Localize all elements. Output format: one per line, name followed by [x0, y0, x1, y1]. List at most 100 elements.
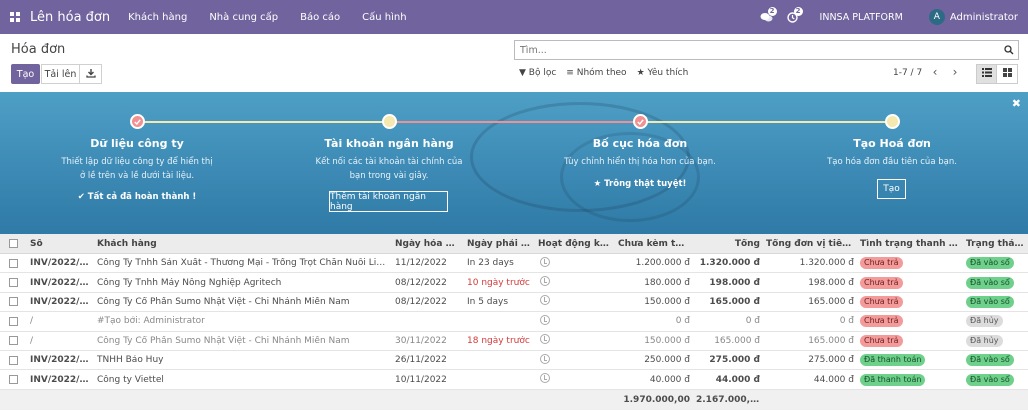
table-row[interactable]: INV/2022/000...TNHH Bảo Huy 26/11/2022 250… — [0, 351, 1028, 371]
cell-total: 0 đ — [745, 316, 760, 327]
cell-total: 1.320.000 đ — [699, 258, 760, 269]
onboarding-banner: ✖ Dữ liệu công ty Thiết lập dữ liệu công… — [0, 92, 1028, 234]
kanban-view-button[interactable] — [997, 64, 1018, 84]
step-create-invoice-title[interactable]: Tạo Hoá đơn — [767, 137, 1017, 150]
activity-clock-icon[interactable] — [540, 276, 550, 287]
user-menu[interactable]: Administrator — [950, 12, 1018, 23]
filter-icon: ▼ — [519, 68, 526, 78]
pager-previous-icon[interactable]: ‹ — [928, 65, 942, 79]
cell-invoice-date: 10/11/2022 — [395, 374, 447, 385]
cell-customer: Công ty Viettel — [97, 374, 164, 385]
column-header-status[interactable]: Trạng thái... — [963, 239, 1028, 249]
chat-icon[interactable]: 2 — [754, 0, 780, 34]
step-bank-account-title[interactable]: Tài khoản ngân hàng — [264, 137, 514, 150]
add-bank-account-button[interactable]: Thêm tài khoản ngân hàng — [329, 191, 448, 212]
column-header-untaxed[interactable]: Chưa kèm thuế... — [615, 239, 693, 249]
cell-number: INV/2022/000... — [30, 374, 94, 385]
create-invoice-button[interactable]: Tạo — [877, 179, 906, 199]
table-row[interactable]: INV/2022/000...Công Ty Tnhh Sản Xuất - T… — [0, 254, 1028, 274]
cell-untaxed: 0 đ — [675, 316, 690, 327]
menu-customers[interactable]: Khách hàng — [128, 12, 187, 23]
menu-configuration[interactable]: Cấu hình — [362, 12, 406, 23]
cell-next-activity[interactable] — [535, 276, 615, 289]
groupby-icon: ≡ — [566, 68, 574, 78]
cell-next-activity[interactable] — [535, 295, 615, 308]
cell-payment-status: Chưa trả — [857, 295, 963, 308]
cell-customer: Công Ty Cổ Phần Sumo Nhật Việt - Chi Nhá… — [97, 335, 350, 346]
activity-clock-icon[interactable] — [540, 334, 550, 345]
company-switcher[interactable]: INNSA PLATFORM — [820, 12, 903, 23]
activity-clock-icon[interactable]: 2 — [780, 0, 806, 34]
step-description-line: Tùy chỉnh hiển thị hóa hơn của bạn. — [564, 157, 716, 167]
activity-clock-icon[interactable] — [540, 373, 550, 384]
column-header-invoice-date[interactable]: Ngày hóa đơn — [392, 239, 464, 249]
download-button[interactable] — [80, 64, 102, 84]
pager-value[interactable]: 1-7 / 7 — [893, 68, 922, 78]
apps-menu-icon[interactable] — [0, 0, 30, 34]
app-brand[interactable]: Lên hóa đơn — [30, 10, 110, 25]
row-checkbox[interactable] — [0, 375, 27, 385]
download-icon — [85, 68, 96, 81]
status-badge: Đã hủy — [966, 334, 1003, 347]
activity-clock-icon[interactable] — [540, 256, 550, 267]
user-avatar[interactable]: A — [928, 9, 945, 25]
cell-total: 44.000 đ — [715, 374, 760, 385]
groupby-toggle[interactable]: ≡ Nhóm theo — [566, 68, 626, 78]
cell-next-activity[interactable] — [535, 334, 615, 347]
search-icon[interactable] — [1000, 45, 1018, 55]
step-pending-icon — [885, 114, 900, 129]
row-checkbox[interactable] — [0, 278, 27, 288]
column-header-currency-total[interactable]: Tổng đơn vị tiền tệ — [763, 239, 857, 249]
activity-clock-icon[interactable] — [540, 353, 550, 364]
cell-status: Đã vào sổ — [963, 257, 1028, 270]
filter-toggle[interactable]: ▼ Bộ lọc — [519, 68, 556, 78]
list-view-button[interactable] — [976, 64, 997, 84]
select-all-checkbox[interactable] — [0, 239, 27, 248]
table-row[interactable]: INV/2022/000...Công Ty Cổ Phần Sumo Nhật… — [0, 293, 1028, 313]
cell-number: INV/2022/000... — [30, 355, 94, 366]
cell-payment-status: Đã thanh toán — [857, 354, 963, 367]
table-row[interactable]: / Công Ty Cổ Phần Sumo Nhật Việt - Chi Nh… — [0, 332, 1028, 351]
cell-currency-total: 198.000 đ — [808, 277, 854, 288]
search-input[interactable] — [515, 44, 1000, 56]
step-company-data-title[interactable]: Dữ liệu công ty — [12, 137, 262, 150]
row-checkbox[interactable] — [0, 297, 27, 307]
close-icon[interactable]: ✖ — [1012, 97, 1021, 110]
menu-reporting[interactable]: Báo cáo — [300, 12, 340, 23]
column-header-payment-status[interactable]: Tình trạng thanh toán... — [857, 239, 963, 249]
column-header-number[interactable]: Số — [27, 239, 94, 249]
table-row[interactable]: INV/2022/000...Công ty Viettel 10/11/2022… — [0, 370, 1028, 390]
cell-status: Đã vào sổ — [963, 354, 1028, 367]
pager-next-icon[interactable]: › — [948, 65, 962, 79]
row-checkbox[interactable] — [0, 355, 27, 365]
cell-payment-status: Chưa trả — [857, 276, 963, 289]
page-title[interactable]: Hóa đơn — [11, 42, 65, 57]
step-bank-account-description: Kết nối các tài khoản tài chính của bạn … — [264, 155, 514, 183]
column-header-due-date[interactable]: Ngày phải trả... — [464, 239, 535, 249]
progress-line — [137, 121, 389, 123]
cell-invoice-date: 30/11/2022 — [395, 335, 447, 346]
row-checkbox[interactable] — [0, 336, 27, 346]
cell-next-activity[interactable] — [535, 373, 615, 386]
row-checkbox[interactable] — [0, 316, 27, 326]
cell-payment-status: Đã thanh toán — [857, 373, 963, 386]
column-header-total[interactable]: Tổng — [693, 239, 763, 249]
table-row[interactable]: / #Tạo bởi: Administrator 0 đ 0 đ 0 đ Chưa tr… — [0, 312, 1028, 332]
menu-vendors[interactable]: Nhà cung cấp — [209, 12, 278, 23]
step-invoice-layout-title[interactable]: Bố cục hóa đơn — [515, 137, 765, 150]
favorites-toggle[interactable]: ★ Yêu thích — [637, 68, 689, 78]
cell-next-activity[interactable] — [535, 314, 615, 328]
cell-customer: Công Ty Cổ Phần Sumo Nhật Việt - Chi Nhá… — [97, 296, 350, 307]
activity-clock-icon[interactable] — [540, 295, 550, 306]
create-button[interactable]: Tạo — [11, 64, 40, 84]
table-row[interactable]: INV/2022/000...Công Ty Tnhh Máy Nông Ngh… — [0, 273, 1028, 293]
row-checkbox[interactable] — [0, 258, 27, 268]
cell-next-activity[interactable] — [535, 353, 615, 367]
cell-next-activity[interactable] — [535, 256, 615, 270]
activity-clock-icon[interactable] — [540, 314, 550, 325]
cell-customer: Công Ty Tnhh Sản Xuất - Thương Mại - Trồ… — [97, 258, 392, 269]
column-header-next-activity[interactable]: Hoạt động kế ti... — [535, 239, 615, 249]
upload-button[interactable]: Tải lên — [41, 64, 80, 84]
column-header-customer[interactable]: Khách hàng — [94, 239, 392, 249]
cell-invoice-date: 08/12/2022 — [395, 296, 447, 307]
